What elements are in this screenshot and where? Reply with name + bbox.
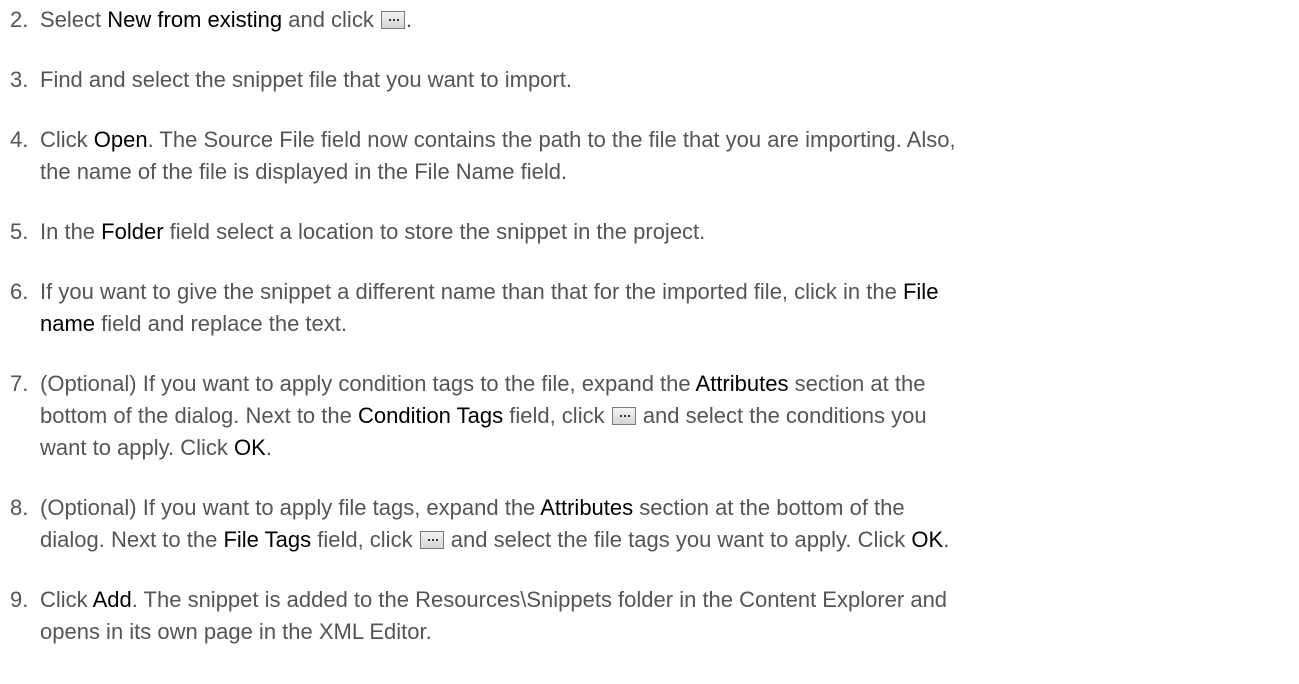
ui-term: name — [40, 311, 96, 336]
step-text: (Optional) If you want to apply file tag… — [40, 495, 950, 552]
ui-term: Add — [92, 587, 132, 612]
ui-term: Condition Tags — [357, 403, 504, 428]
ui-term: OK — [234, 435, 266, 460]
ellipsis-browse-button-icon — [380, 11, 405, 29]
step-number: 7. — [10, 371, 29, 396]
ui-term: Open — [93, 127, 148, 152]
step-text: In the Folder field select a location to… — [40, 219, 706, 244]
ui-term: OK — [911, 527, 944, 552]
step-number: 6. — [10, 279, 29, 304]
step-number: 9. — [10, 587, 29, 612]
step-text: Click Add. The snippet is added to the R… — [40, 587, 948, 644]
ui-term: Folder — [101, 219, 164, 244]
step-number: 3. — [10, 67, 29, 92]
step-text: Select New from existing and click . — [40, 7, 413, 32]
ui-term: Attributes — [540, 495, 634, 520]
step-text: If you want to give the snippet a differ… — [40, 279, 939, 336]
ellipsis-browse-button-icon — [611, 407, 636, 425]
ui-term: File — [902, 279, 939, 304]
ellipsis-browse-button-icon — [419, 531, 444, 549]
step-number: 4. — [10, 127, 29, 152]
step-text: (Optional) If you want to apply conditio… — [40, 371, 927, 460]
step-number: 5. — [10, 219, 29, 244]
ui-term: Attributes — [695, 371, 789, 396]
ui-term: New from existing — [107, 7, 283, 32]
step-number: 8. — [10, 495, 29, 520]
step-text: Click Open. The Source File field now co… — [40, 127, 956, 184]
step-text: Find and select the snippet file that yo… — [40, 67, 572, 92]
ui-term: File Tags — [223, 527, 312, 552]
step-number: 2. — [10, 7, 29, 32]
